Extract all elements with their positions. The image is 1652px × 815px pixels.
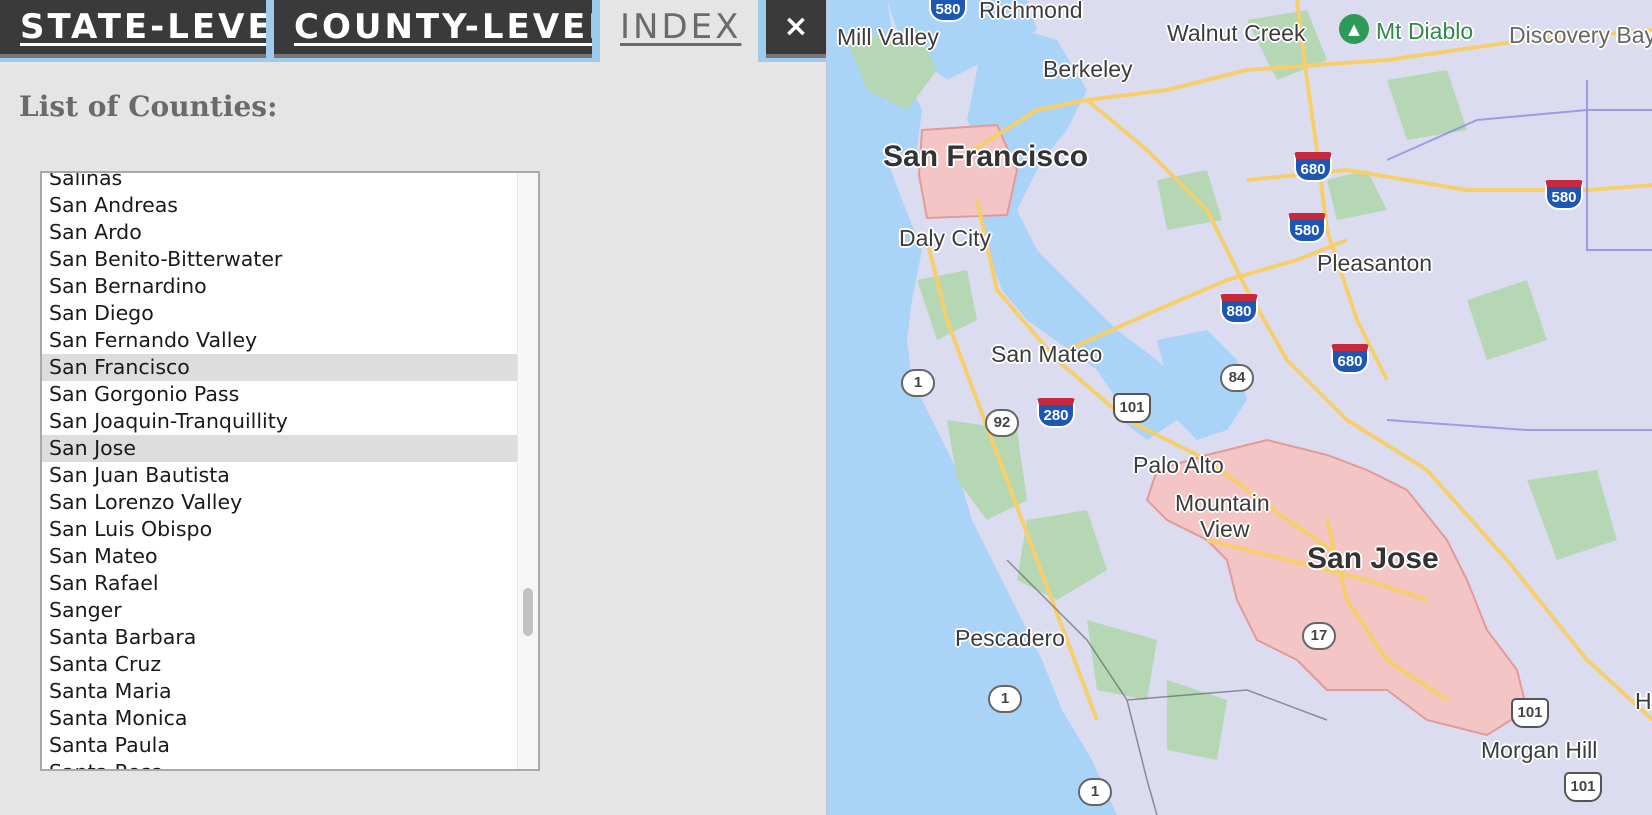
mountain-icon[interactable]: ▲ xyxy=(1339,14,1369,44)
tab-state-level[interactable]: STATE-LEVEL xyxy=(0,0,266,58)
list-scrollbar[interactable] xyxy=(517,173,538,769)
county-list-item[interactable]: San Diego xyxy=(42,300,519,327)
route-1-shield[interactable]: 1 xyxy=(1078,778,1112,806)
route-1-shield[interactable]: 1 xyxy=(988,685,1022,713)
place-walnut-creek: Walnut Creek xyxy=(1167,20,1306,46)
county-list-item[interactable]: Santa Monica xyxy=(42,705,519,732)
close-button[interactable]: × xyxy=(766,0,826,58)
place-pescadero: Pescadero xyxy=(955,625,1065,651)
county-list-item[interactable]: San Juan Bautista xyxy=(42,462,519,489)
county-list-item[interactable]: San Ardo xyxy=(42,219,519,246)
interstate-680-shield[interactable]: 680 xyxy=(1331,344,1369,374)
county-list-item[interactable]: San Fernando Valley xyxy=(42,327,519,354)
place-mill-valley: Mill Valley xyxy=(837,24,939,50)
route-92-shield[interactable]: 92 xyxy=(985,409,1019,437)
county-list-item[interactable]: Santa Rosa xyxy=(42,759,519,769)
county-list-item[interactable]: Salinas xyxy=(42,173,519,192)
county-list-item[interactable]: San Lorenzo Valley xyxy=(42,489,519,516)
county-list-items: Salinas San Andreas San Ardo San Benito-Bit… xyxy=(42,173,519,769)
place-morgan-hill: Morgan Hill xyxy=(1481,737,1598,763)
list-title: List of Counties: xyxy=(19,90,278,123)
us-101-shield[interactable]: 101 xyxy=(1511,698,1549,728)
place-san-francisco: San Francisco xyxy=(883,140,1089,173)
place-san-mateo: San Mateo xyxy=(991,341,1103,367)
index-panel: STATE-LEVEL COUNTY-LEVEL INDEX × List of… xyxy=(0,0,826,815)
county-list-item[interactable]: Santa Paula xyxy=(42,732,519,759)
tab-index[interactable]: INDEX xyxy=(600,0,758,62)
county-list-item[interactable]: San Rafael xyxy=(42,570,519,597)
route-17-shield[interactable]: 17 xyxy=(1302,622,1336,650)
place-san-jose: San Jose xyxy=(1307,542,1439,575)
interstate-880-shield[interactable]: 880 xyxy=(1220,294,1258,324)
route-1-shield[interactable]: 1 xyxy=(901,369,935,397)
map-view[interactable]: Richmond Mill Valley Walnut Creek ▲ Mt D… xyxy=(826,0,1652,815)
close-icon: × xyxy=(783,9,809,44)
place-mountain-view-line2: View xyxy=(1200,516,1250,542)
interstate-580-shield[interactable]: 580 xyxy=(1545,180,1583,210)
county-list-item[interactable]: San Benito-Bitterwater xyxy=(42,246,519,273)
county-list-item[interactable]: San Jose xyxy=(42,435,519,462)
county-list-item[interactable]: Santa Cruz xyxy=(42,651,519,678)
county-list-item[interactable]: San Andreas xyxy=(42,192,519,219)
county-list-item[interactable]: Santa Maria xyxy=(42,678,519,705)
county-list-item[interactable]: San Mateo xyxy=(42,543,519,570)
place-berkeley: Berkeley xyxy=(1043,56,1133,82)
county-list-item[interactable]: San Luis Obispo xyxy=(42,516,519,543)
us-101-shield[interactable]: 101 xyxy=(1564,772,1602,802)
scrollbar-thumb[interactable] xyxy=(523,588,533,636)
place-mt-diablo[interactable]: Mt Diablo xyxy=(1376,18,1473,45)
interstate-580-shield[interactable]: 580 xyxy=(1288,213,1326,243)
place-richmond: Richmond xyxy=(979,0,1083,23)
county-list-item[interactable]: San Gorgonio Pass xyxy=(42,381,519,408)
county-list-item[interactable]: Santa Barbara xyxy=(42,624,519,651)
place-daly-city: Daly City xyxy=(899,225,992,251)
place-edge-label: H xyxy=(1635,688,1652,714)
county-list-item[interactable]: San Francisco xyxy=(42,354,519,381)
interstate-680-shield[interactable]: 680 xyxy=(1294,152,1332,182)
county-list-item[interactable]: San Bernardino xyxy=(42,273,519,300)
county-list-item[interactable]: Sanger xyxy=(42,597,519,624)
tab-bar: STATE-LEVEL COUNTY-LEVEL INDEX × xyxy=(0,0,826,62)
place-palo-alto: Palo Alto xyxy=(1133,452,1224,478)
interstate-580-shield[interactable]: 580 xyxy=(929,0,967,22)
county-list-item[interactable]: San Joaquin-Tranquillity xyxy=(42,408,519,435)
place-pleasanton: Pleasanton xyxy=(1317,250,1433,276)
map-canvas xyxy=(827,0,1652,815)
us-101-shield[interactable]: 101 xyxy=(1113,393,1151,423)
route-84-shield[interactable]: 84 xyxy=(1220,364,1254,392)
county-listbox[interactable]: Salinas San Andreas San Ardo San Benito-Bit… xyxy=(40,171,540,771)
place-mountain-view-line1: Mountain xyxy=(1175,490,1270,516)
tab-county-level[interactable]: COUNTY-LEVEL xyxy=(274,0,592,58)
place-discovery-bay: Discovery Bay xyxy=(1509,22,1652,48)
interstate-280-shield[interactable]: 280 xyxy=(1037,398,1075,428)
